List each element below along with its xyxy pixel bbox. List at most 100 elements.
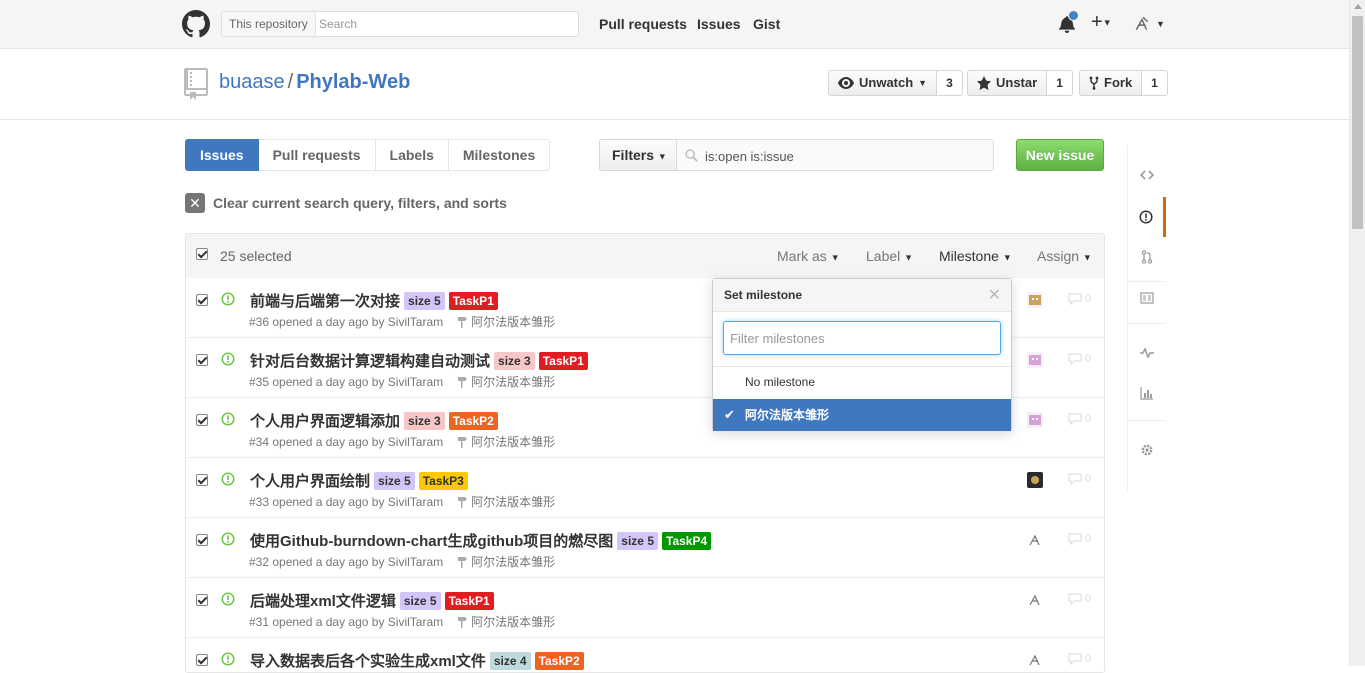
rail-code[interactable] — [1128, 155, 1166, 195]
comment-count[interactable]: 0 — [1068, 293, 1091, 305]
issue-opened-icon — [221, 292, 235, 306]
issue-label[interactable]: TaskP4 — [662, 531, 712, 550]
tab-milestones[interactable]: Milestones — [448, 139, 551, 171]
issue-milestone-link[interactable]: 阿尔法版本雏形 — [471, 553, 555, 570]
issue-title-link[interactable]: 个人用户界面绘制 — [250, 470, 370, 491]
unwatch-button[interactable]: Unwatch ▼ — [828, 70, 938, 96]
fork-count[interactable]: 1 — [1142, 70, 1168, 96]
issue-label[interactable]: size 5 — [399, 591, 441, 610]
rail-pulse[interactable] — [1128, 333, 1166, 373]
issue-checkbox[interactable] — [196, 354, 208, 366]
issue-title-link[interactable]: 个人用户界面逻辑添加 — [250, 410, 400, 431]
issue-label[interactable]: TaskP1 — [448, 291, 498, 310]
issue-opened-icon — [221, 532, 235, 546]
issues-filter-input[interactable] — [703, 140, 987, 172]
issue-title-link[interactable]: 前端与后端第一次对接 — [250, 290, 400, 311]
issue-label[interactable]: TaskP2 — [448, 411, 498, 430]
comment-count[interactable]: 0 — [1068, 353, 1091, 365]
issue-label[interactable]: TaskP1 — [538, 351, 588, 370]
rail-pull-requests[interactable] — [1128, 237, 1166, 277]
table-row[interactable]: 导入数据表后各个实验生成xml文件 size 4 TaskP2 0 — [186, 638, 1104, 672]
comment-count[interactable]: 0 — [1068, 593, 1091, 605]
issue-checkbox[interactable] — [196, 474, 208, 486]
fork-button[interactable]: Fork — [1079, 70, 1143, 96]
issue-milestone-link[interactable]: 阿尔法版本雏形 — [471, 613, 555, 630]
table-row[interactable]: 个人用户界面绘制 size 5 TaskP3 #33 opened a day a… — [186, 458, 1104, 518]
unstar-button[interactable]: Unstar — [967, 70, 1048, 96]
issue-label[interactable]: size 5 — [404, 291, 445, 310]
issue-title-link[interactable]: 针对后台数据计算逻辑构建自动测试 — [250, 350, 490, 371]
issue-label[interactable]: size 4 — [489, 651, 531, 670]
assignee-avatar[interactable] — [1027, 592, 1043, 608]
star-count[interactable]: 1 — [1047, 70, 1073, 96]
comment-count[interactable]: 0 — [1068, 533, 1091, 545]
repo-owner-link[interactable]: buaase — [219, 71, 285, 93]
nav-gist[interactable]: Gist — [753, 16, 780, 32]
comment-count[interactable]: 0 — [1068, 413, 1091, 425]
issue-title-link[interactable]: 后端处理xml文件逻辑 — [250, 590, 396, 611]
issue-checkbox[interactable] — [196, 414, 208, 426]
issues-list-header: 25 selected Mark as ▼ Label ▼ Milestone … — [186, 234, 1104, 279]
comment-count[interactable]: 0 — [1068, 473, 1091, 485]
scroll-up-arrow-icon[interactable] — [1354, 4, 1362, 9]
issue-milestone-link[interactable]: 阿尔法版本雏形 — [471, 313, 555, 330]
assignee-avatar[interactable] — [1027, 532, 1043, 548]
mark-as-menu[interactable]: Mark as ▼ — [777, 248, 840, 264]
watch-count[interactable]: 3 — [937, 70, 963, 96]
issue-checkbox[interactable] — [196, 594, 208, 606]
assignee-avatar[interactable] — [1027, 292, 1043, 308]
assignee-avatar[interactable] — [1027, 412, 1043, 428]
issue-label[interactable]: TaskP1 — [444, 591, 494, 610]
user-avatar[interactable] — [1133, 15, 1151, 33]
issue-checkbox[interactable] — [196, 534, 208, 546]
new-issue-button[interactable]: New issue — [1016, 139, 1104, 171]
search-input[interactable] — [315, 12, 578, 36]
issue-label[interactable]: size 5 — [617, 531, 658, 550]
issue-milestone-link[interactable]: 阿尔法版本雏形 — [471, 493, 555, 510]
issue-label[interactable]: size 3 — [404, 411, 445, 430]
repo-name-link[interactable]: Phylab-Web — [296, 71, 410, 93]
rail-issues[interactable] — [1128, 197, 1166, 237]
filters-button[interactable]: Filters ▼ — [599, 139, 680, 171]
tab-pull-requests[interactable]: Pull requests — [258, 139, 376, 171]
issue-label[interactable]: TaskP3 — [418, 471, 468, 490]
rail-graphs[interactable] — [1128, 373, 1166, 413]
select-all-checkbox[interactable] — [196, 248, 208, 260]
issue-opened-info: #33 opened a day ago by SivilTaram — [249, 494, 444, 509]
scrollbar-thumb[interactable] — [1352, 16, 1363, 229]
issue-opened-icon — [221, 412, 235, 426]
clear-search-link[interactable]: ✕ Clear current search query, filters, a… — [185, 193, 507, 213]
table-row[interactable]: 使用Github-burndown-chart生成github项目的燃尽图 si… — [186, 518, 1104, 578]
rail-settings[interactable] — [1128, 430, 1166, 470]
assign-menu[interactable]: Assign ▼ — [1037, 248, 1092, 264]
tab-issues[interactable]: Issues — [185, 139, 259, 171]
label-menu[interactable]: Label ▼ — [866, 248, 913, 264]
avatar-caret-down-icon[interactable]: ▼ — [1156, 19, 1165, 29]
table-row[interactable]: 后端处理xml文件逻辑 size 5 TaskP1 #31 opened a da… — [186, 578, 1104, 638]
issue-milestone-link[interactable]: 阿尔法版本雏形 — [471, 373, 555, 390]
milestone-option-selected[interactable]: ✔ 阿尔法版本雏形 — [713, 399, 1011, 431]
issue-milestone-link[interactable]: 阿尔法版本雏形 — [471, 433, 555, 450]
assignee-avatar[interactable] — [1027, 472, 1043, 488]
assignee-avatar[interactable] — [1027, 352, 1043, 368]
milestone-filter-input[interactable] — [723, 321, 1001, 355]
tab-labels[interactable]: Labels — [375, 139, 449, 171]
create-new-menu[interactable]: +▼ — [1091, 11, 1112, 34]
nav-issues[interactable]: Issues — [697, 16, 741, 32]
github-logo-icon[interactable] — [182, 10, 210, 38]
issue-label[interactable]: size 3 — [494, 351, 535, 370]
issue-title-link[interactable]: 使用Github-burndown-chart生成github项目的燃尽图 — [250, 530, 613, 551]
issue-checkbox[interactable] — [196, 294, 208, 306]
milestone-menu[interactable]: Milestone ▼ — [939, 248, 1012, 264]
issue-checkbox[interactable] — [196, 654, 208, 666]
unstar-label: Unstar — [996, 75, 1038, 90]
page-scrollbar[interactable] — [1349, 0, 1365, 666]
issue-label[interactable]: size 5 — [374, 471, 415, 490]
milestone-option-none[interactable]: No milestone — [713, 366, 1011, 398]
comment-count[interactable]: 0 — [1068, 653, 1091, 665]
nav-pull-requests[interactable]: Pull requests — [599, 16, 687, 32]
issue-label[interactable]: TaskP2 — [534, 651, 584, 670]
close-icon[interactable]: ✕ — [988, 285, 1001, 305]
issue-title-link[interactable]: 导入数据表后各个实验生成xml文件 — [250, 650, 486, 671]
rail-wiki[interactable] — [1128, 278, 1166, 318]
